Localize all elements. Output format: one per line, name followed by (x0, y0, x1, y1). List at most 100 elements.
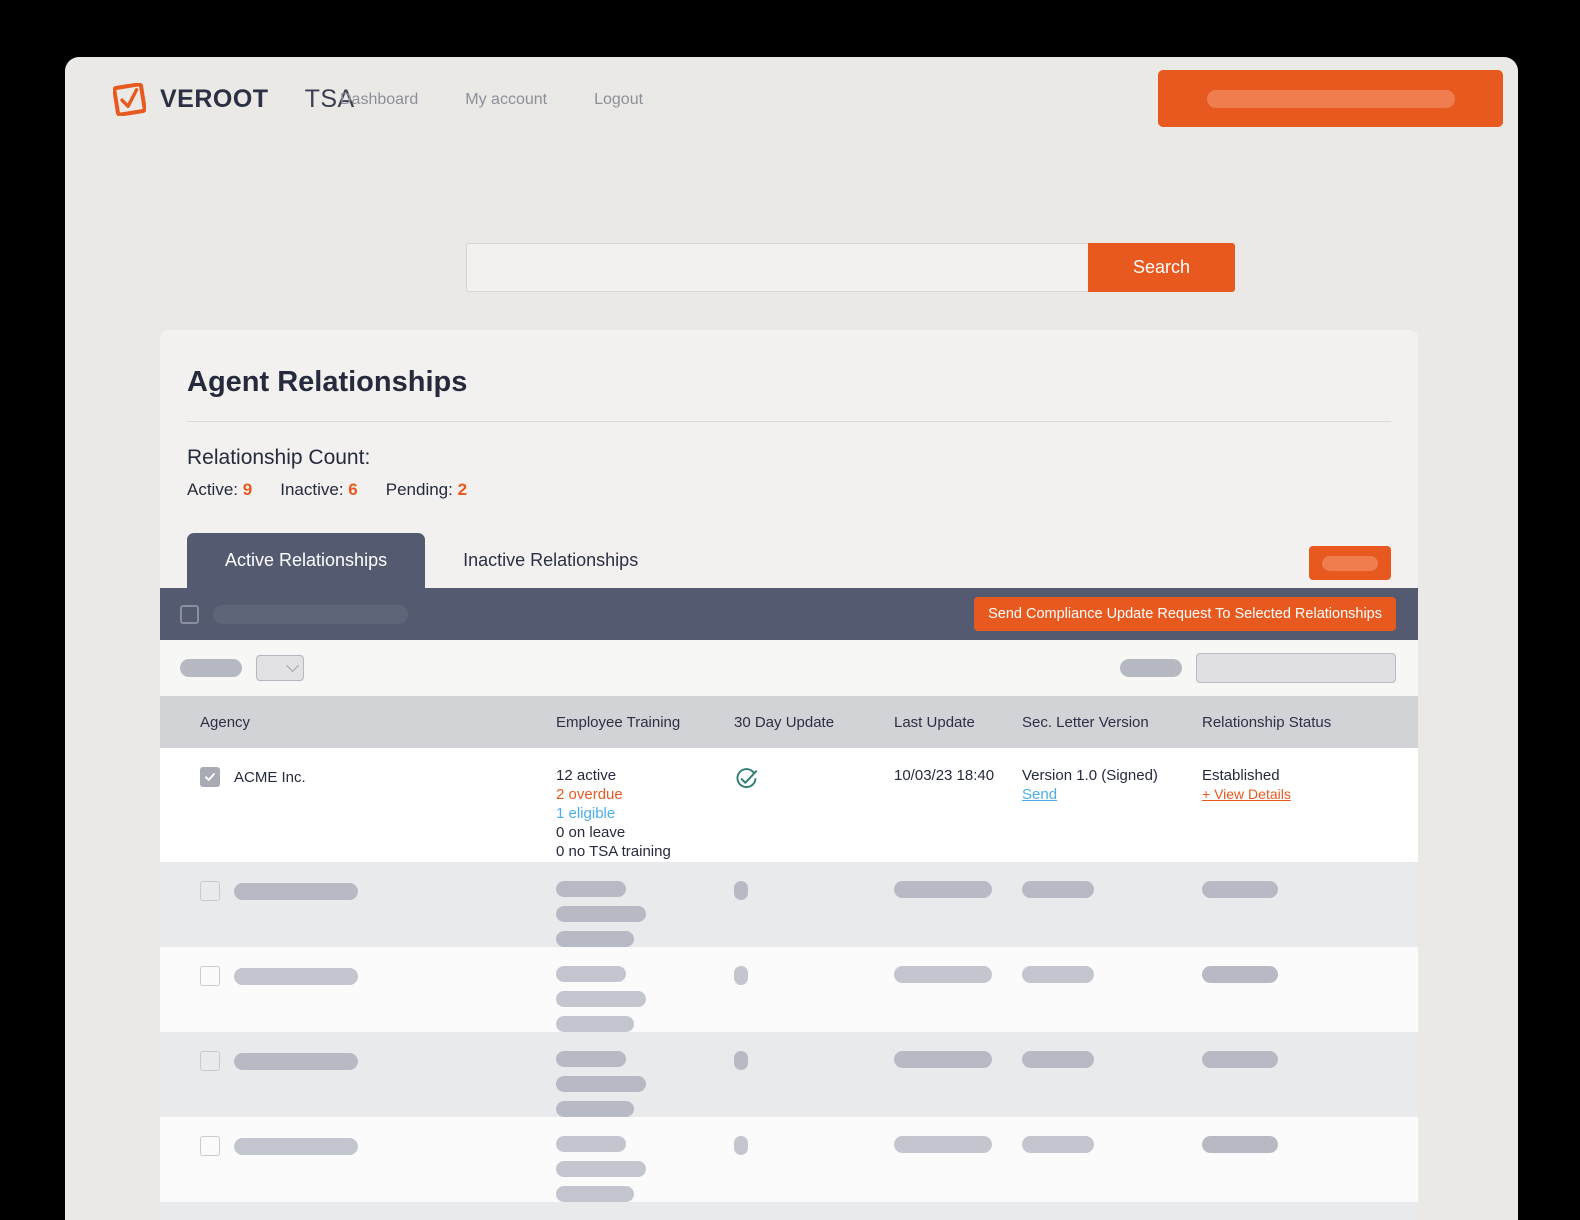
day30-placeholder (734, 1051, 748, 1070)
cell-last-update: 10/03/23 18:40 (894, 767, 995, 784)
agency-placeholder (234, 1137, 358, 1155)
column-header-last-update[interactable]: Last Update (894, 696, 1022, 748)
training-overdue: 2 overdue (556, 786, 623, 803)
cell-agency (160, 947, 556, 1032)
cell-sec-letter-version (1022, 1032, 1202, 1117)
last-update-placeholder (894, 881, 992, 898)
nav-item-my-account[interactable]: My account (465, 91, 547, 109)
training-placeholder-1 (556, 1136, 626, 1152)
cell-sec-letter-version (1022, 947, 1202, 1032)
nav-item-logout[interactable]: Logout (594, 91, 643, 109)
table-row (160, 1117, 1418, 1202)
table-row (160, 1202, 1418, 1220)
brand-group[interactable]: VEROOT TSA (113, 83, 355, 116)
cell-employee-training (556, 1032, 734, 1117)
training-placeholder-1 (556, 881, 626, 897)
last-update-placeholder (894, 1136, 992, 1153)
check-circle-icon (734, 768, 759, 796)
cell-agency (160, 862, 556, 947)
cell-relationship-status (1202, 1202, 1418, 1220)
day30-placeholder (734, 966, 748, 985)
table-search-input[interactable] (1196, 653, 1396, 683)
page-title: Agent Relationships (187, 330, 1391, 422)
agency-placeholder (234, 967, 358, 985)
last-update-placeholder (894, 966, 992, 983)
status-text: Established (1202, 767, 1280, 784)
row-checkbox[interactable] (200, 1051, 220, 1071)
training-placeholder-3 (556, 1101, 634, 1117)
cell-relationship-status (1202, 1117, 1418, 1202)
column-header-30-day-update[interactable]: 30 Day Update (734, 696, 894, 748)
agency-placeholder (234, 1052, 358, 1070)
letter-version-text: Version 1.0 (Signed) (1022, 767, 1158, 784)
global-search: Search (466, 243, 1235, 292)
day30-placeholder (734, 1136, 748, 1155)
cell-30-day-update (734, 1202, 894, 1220)
column-header-agency[interactable]: Agency (160, 696, 556, 748)
row-checkbox[interactable] (200, 1136, 220, 1156)
cell-sec-letter-version (1022, 862, 1202, 947)
search-input[interactable] (466, 243, 1088, 292)
view-details-link[interactable]: + View Details (1202, 786, 1418, 802)
status-placeholder (1202, 1051, 1278, 1068)
panel-header-area: Agent Relationships Relationship Count: … (160, 330, 1418, 588)
header-banner (1158, 70, 1503, 127)
top-navigation: Dashboard My account Logout (340, 91, 643, 109)
content-panel: Agent Relationships Relationship Count: … (160, 330, 1418, 1220)
cell-30-day-update (734, 947, 894, 1032)
cell-employee-training (556, 1117, 734, 1202)
row-checkbox[interactable] (200, 966, 220, 986)
table-head: Agency Employee Training 30 Day Update L… (160, 696, 1418, 748)
page-size-select[interactable] (256, 655, 304, 681)
table-row (160, 947, 1418, 1032)
training-placeholder-3 (556, 1186, 634, 1202)
veroot-logo-icon (113, 83, 146, 116)
training-placeholder-2 (556, 1161, 646, 1177)
relationship-count-title: Relationship Count: (187, 446, 371, 469)
day30-placeholder (734, 881, 748, 900)
cell-employee-training (556, 1202, 734, 1220)
send-compliance-update-button[interactable]: Send Compliance Update Request To Select… (974, 597, 1396, 631)
training-active: 12 active (556, 767, 617, 784)
chevron-down-icon (286, 658, 299, 672)
cell-last-update (894, 1202, 1022, 1220)
tab-bar-action-button[interactable] (1309, 546, 1391, 580)
letter-placeholder (1022, 1051, 1094, 1068)
letter-placeholder (1022, 966, 1094, 983)
tab-bar-action-placeholder (1322, 555, 1378, 571)
training-on-leave: 0 on leave (556, 824, 626, 841)
cell-employee-training (556, 947, 734, 1032)
table-search-label-placeholder (1120, 659, 1182, 677)
cell-sec-letter-version (1022, 1117, 1202, 1202)
search-button[interactable]: Search (1088, 243, 1235, 292)
training-placeholder-1 (556, 966, 626, 982)
status-placeholder (1202, 966, 1278, 983)
send-letter-link[interactable]: Send (1022, 786, 1202, 803)
table-row (160, 1032, 1418, 1117)
column-header-sec-letter-version[interactable]: Sec. Letter Version (1022, 696, 1202, 748)
tab-active-relationships[interactable]: Active Relationships (187, 533, 426, 588)
training-placeholder-2 (556, 906, 646, 922)
page-size-label-placeholder (180, 659, 242, 677)
column-header-employee-training[interactable]: Employee Training (556, 696, 734, 748)
count-active: Active: 9 (187, 480, 253, 499)
table-row: ACME Inc. 12 active 2 overdue 1 eligible… (160, 748, 1418, 862)
cell-last-update (894, 947, 1022, 1032)
training-placeholder-3 (556, 931, 634, 947)
cell-30-day-update (734, 1032, 894, 1117)
training-placeholder-1 (556, 1051, 626, 1067)
tab-inactive-relationships[interactable]: Inactive Relationships (425, 533, 676, 588)
nav-item-dashboard[interactable]: Dashboard (340, 91, 418, 109)
column-header-relationship-status[interactable]: Relationship Status (1202, 696, 1418, 748)
row-checkbox[interactable] (200, 767, 220, 787)
cell-relationship-status: Established + View Details (1202, 748, 1418, 862)
letter-placeholder (1022, 881, 1094, 898)
header-banner-placeholder (1206, 89, 1455, 108)
training-placeholder-3 (556, 1016, 634, 1032)
select-all-checkbox[interactable] (180, 604, 199, 624)
cell-30-day-update (734, 1117, 894, 1202)
training-placeholder-2 (556, 1076, 646, 1092)
cell-relationship-status (1202, 947, 1418, 1032)
count-pending: Pending: 2 (385, 480, 468, 499)
row-checkbox[interactable] (200, 881, 220, 901)
